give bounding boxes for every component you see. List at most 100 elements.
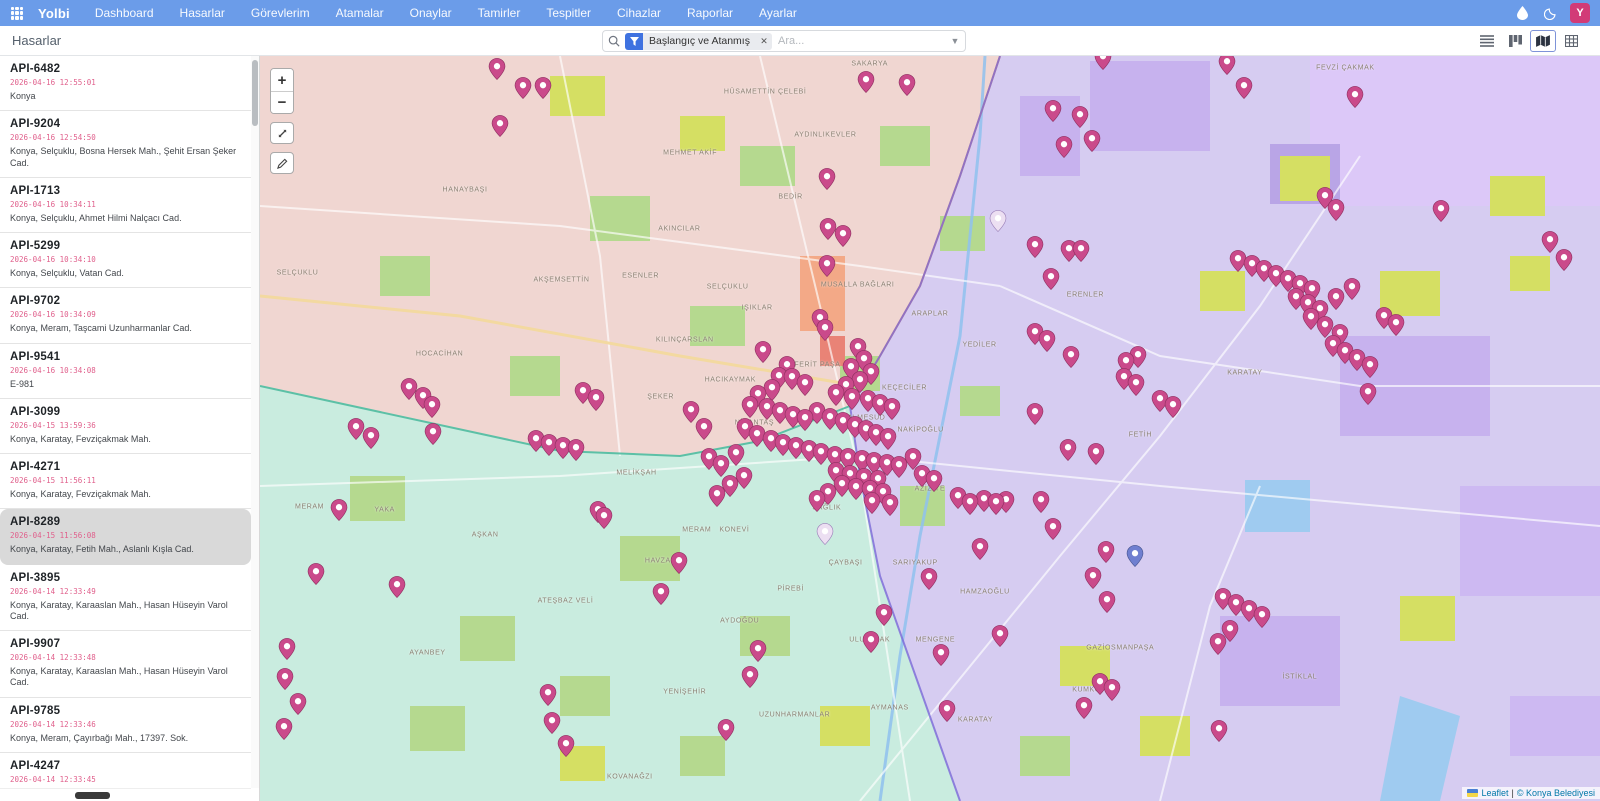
map-marker-pin[interactable] [962,493,979,515]
map-marker-pin[interactable] [920,568,937,590]
leaflet-link[interactable]: Leaflet [1481,788,1508,798]
scrollbar-thumb[interactable] [252,60,258,126]
map-marker-pin[interactable] [331,499,348,521]
list-item[interactable]: API-3895 2026-04-14 12:33:49 Konya, Kara… [0,565,251,632]
list-item[interactable]: API-9541 2026-04-16 10:34:08 E-981 [0,344,251,399]
map-marker-pin[interactable] [1432,200,1449,222]
map-marker-pin[interactable] [742,396,759,418]
map-marker-pin[interactable] [844,388,861,410]
apps-grid-icon[interactable] [0,0,34,26]
map-marker-pin[interactable] [1072,106,1089,128]
map-marker-pin[interactable] [1026,236,1043,258]
map-marker-pin[interactable] [1219,56,1236,75]
map-marker-pin[interactable] [818,255,835,277]
facet-remove-icon[interactable]: ✕ [756,33,772,50]
search-dropdown-caret-icon[interactable]: ▼ [945,36,965,46]
map-marker-pin[interactable] [1211,720,1228,742]
map-marker-pin[interactable] [708,485,725,507]
map-marker-pin[interactable] [939,700,956,722]
map-marker-pin[interactable] [727,444,744,466]
map-view[interactable]: SAKARYAHÜSAMETTİN ÇELEBİFEVZİ ÇAKMAKMEHM… [260,56,1600,801]
list-item[interactable]: API-3099 2026-04-15 13:59:36 Konya, Kara… [0,399,251,454]
map-marker-pin[interactable] [1346,86,1363,108]
search-input[interactable] [772,35,945,47]
zoom-in-button[interactable]: + [271,69,293,91]
map-marker-pin[interactable] [1235,77,1252,99]
dark-mode-moon-icon[interactable] [1542,5,1558,21]
map-marker-pin[interactable] [588,389,605,411]
list-item[interactable]: API-6482 2026-04-16 12:55:01 Konya [0,56,251,111]
map-marker-pin[interactable] [423,396,440,418]
map-marker-pin[interactable] [540,684,557,706]
pivot-view-button[interactable] [1558,30,1584,52]
map-marker-pin[interactable] [899,74,916,96]
map-marker-pin[interactable] [932,644,949,666]
map-marker-pin[interactable] [1164,396,1181,418]
map-marker-pin[interactable] [1127,545,1144,567]
map-marker-pin[interactable] [1555,249,1572,271]
sidebar-vertical-scrollbar[interactable] [251,56,259,788]
map-marker-pin[interactable] [1045,100,1062,122]
map-marker-pin[interactable] [491,115,508,137]
map-marker-pin[interactable] [754,341,771,363]
map-marker-pin[interactable] [1361,356,1378,378]
map-marker-pin[interactable] [1033,491,1050,513]
map-marker-pin[interactable] [990,210,1007,232]
map-marker-pin[interactable] [557,735,574,757]
nav-item-dashboard[interactable]: Dashboard [82,0,167,26]
map-marker-pin[interactable] [880,428,897,450]
map-marker-pin[interactable] [289,693,306,715]
map-marker-pin[interactable] [1085,567,1102,589]
map-marker-pin[interactable] [817,523,834,545]
map-marker-pin[interactable] [891,456,908,478]
map-marker-pin[interactable] [363,427,380,449]
map-marker-pin[interactable] [671,552,688,574]
map-marker-pin[interactable] [514,77,531,99]
scrollbar-thumb[interactable] [75,792,110,799]
list-item[interactable]: API-5299 2026-04-16 10:34:10 Konya, Selç… [0,233,251,288]
map-marker-pin[interactable] [544,712,561,734]
list-item[interactable]: API-8289 2026-04-15 11:56:08 Konya, Kara… [0,509,251,564]
map-view-button[interactable] [1530,30,1556,52]
water-drop-icon[interactable] [1514,5,1530,21]
map-marker-pin[interactable] [1042,268,1059,290]
map-marker-pin[interactable] [534,77,551,99]
map-marker-pin[interactable] [712,455,729,477]
map-marker-pin[interactable] [926,470,943,492]
map-marker-pin[interactable] [1328,288,1345,310]
map-marker-pin[interactable] [1076,697,1093,719]
map-marker-pin[interactable] [718,719,735,741]
nav-item-görevlerim[interactable]: Görevlerim [238,0,323,26]
map-marker-pin[interactable] [1098,591,1115,613]
map-marker-pin[interactable] [1056,136,1073,158]
nav-item-raporlar[interactable]: Raporlar [674,0,746,26]
copyright-link[interactable]: © Konya Belediyesi [1517,788,1595,798]
map-marker-pin[interactable] [1038,330,1055,352]
map-marker-pin[interactable] [750,640,767,662]
list-item[interactable]: API-9907 2026-04-14 12:33:48 Konya, Kara… [0,631,251,698]
map-marker-pin[interactable] [864,492,881,514]
map-marker-pin[interactable] [1060,439,1077,461]
map-marker-pin[interactable] [424,423,441,445]
map-marker-pin[interactable] [1026,403,1043,425]
map-marker-pin[interactable] [797,374,814,396]
kanban-view-button[interactable] [1502,30,1528,52]
list-item[interactable]: API-4247 2026-04-14 12:33:45 Konya, Mera… [0,753,251,788]
map-marker-pin[interactable] [568,439,585,461]
map-marker-pin[interactable] [1073,240,1090,262]
map-marker-pin[interactable] [742,666,759,688]
nav-item-atamalar[interactable]: Atamalar [323,0,397,26]
list-view-button[interactable] [1474,30,1500,52]
map-marker-pin[interactable] [695,418,712,440]
map-marker-pin[interactable] [1210,633,1227,655]
brand-logo[interactable]: Yolbi [34,6,82,21]
list-item[interactable]: API-9702 2026-04-16 10:34:09 Konya, Mera… [0,288,251,343]
list-item[interactable]: API-1713 2026-04-16 10:34:11 Konya, Selç… [0,178,251,233]
fullscreen-expand-button[interactable] [270,122,294,144]
map-marker-pin[interactable] [818,168,835,190]
map-marker-pin[interactable] [1104,679,1121,701]
nav-item-cihazlar[interactable]: Cihazlar [604,0,674,26]
map-marker-pin[interactable] [1344,278,1361,300]
map-marker-pin[interactable] [1088,443,1105,465]
map-marker-pin[interactable] [797,409,814,431]
